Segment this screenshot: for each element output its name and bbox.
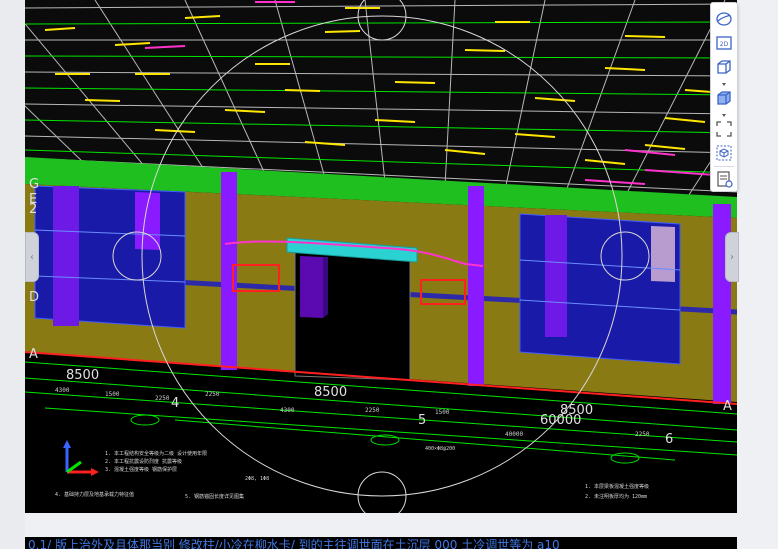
coordinate-axes-icon	[63, 440, 99, 476]
svg-text:4. 基础持力层及地基承载力特征值: 4. 基础持力层及地基承载力特征值	[55, 491, 134, 498]
svg-text:5. 钢筋锚固长度详见图集: 5. 钢筋锚固长度详见图集	[185, 493, 244, 500]
window-left	[34, 185, 186, 329]
view-2d-label: 2D	[720, 41, 729, 48]
box-select-icon	[716, 145, 732, 161]
left-panel-collapse-handle[interactable]: ‹	[25, 232, 39, 282]
properties-button[interactable]	[714, 169, 734, 189]
svg-text:2. 本工程抗震设防烈度 抗震等级: 2. 本工程抗震设防烈度 抗震等级	[105, 458, 182, 465]
right-panel-collapse-handle[interactable]: ›	[725, 232, 739, 282]
svg-text:400×Φ8@200: 400×Φ8@200	[425, 446, 455, 452]
door-opening	[294, 251, 411, 381]
status-bar-text: 0.1/ 版上治外及且体那当别 修改柱/小冷在柳水卡/ 到的主往调世面在土沉层 …	[28, 538, 560, 549]
toolbar-divider	[714, 166, 734, 167]
view-2d-button[interactable]: 2D	[714, 33, 734, 53]
svg-text:2Φ8, 1Φ8: 2Φ8, 1Φ8	[245, 476, 269, 482]
grid-number-5: 5	[418, 413, 426, 428]
viewport-gap	[25, 513, 737, 537]
solid-cube-icon	[717, 91, 731, 105]
display-mode-button[interactable]	[714, 88, 734, 108]
svg-text:1. 本层梁板混凝土强度等级: 1. 本层梁板混凝土强度等级	[585, 483, 649, 490]
axis-label-a: A	[29, 347, 38, 362]
svg-text:2250: 2250	[205, 391, 220, 398]
svg-text:1. 本工程结构安全等级为二级 设计使用年限: 1. 本工程结构安全等级为二级 设计使用年限	[105, 450, 207, 457]
dimension-total: 60000	[540, 413, 581, 428]
left-panel-strip	[0, 0, 26, 549]
axis-label-d: D	[29, 290, 39, 305]
property-list-icon	[717, 171, 733, 188]
column-right	[468, 186, 484, 386]
svg-text:2250: 2250	[635, 431, 650, 438]
axis-label-a-right: A	[723, 399, 732, 414]
fit-view-button[interactable]	[714, 119, 734, 139]
chevron-right-icon: ›	[730, 251, 734, 263]
svg-text:1500: 1500	[435, 409, 450, 416]
axis-label-g: G	[29, 177, 39, 192]
window-right	[519, 213, 681, 365]
display-dropdown-button[interactable]	[714, 106, 734, 117]
grid-number-6: 6	[665, 432, 673, 447]
svg-text:40000: 40000	[505, 431, 523, 438]
svg-text:4300: 4300	[55, 387, 70, 394]
view-dropdown-button[interactable]	[714, 75, 734, 86]
view-3d-button[interactable]	[714, 57, 734, 77]
orbit-icon	[716, 12, 732, 26]
3d-viewport[interactable]: 4300 1500 2250 2250 4300 2250 1500 40000 2250 …	[25, 0, 737, 513]
orbit-button[interactable]	[714, 9, 734, 29]
dynamic-observe-button[interactable]	[714, 143, 734, 163]
svg-text:2250: 2250	[365, 407, 380, 414]
view-2d-icon: 2D	[716, 36, 732, 50]
axis-label-2: 2	[29, 202, 37, 217]
svg-text:2. 未注明板厚均为 120mm: 2. 未注明板厚均为 120mm	[585, 493, 647, 500]
dimension-1: 8500	[66, 368, 99, 383]
svg-text:1500: 1500	[105, 391, 120, 398]
cube-3d-icon	[717, 60, 731, 74]
svg-text:4300: 4300	[280, 407, 295, 414]
right-panel-strip	[737, 0, 778, 549]
column-left	[221, 172, 237, 370]
svg-text:3. 混凝土强度等级 钢筋保护层: 3. 混凝土强度等级 钢筋保护层	[105, 466, 177, 473]
dimension-2: 8500	[314, 385, 347, 400]
chevron-left-icon: ‹	[30, 251, 34, 263]
svg-text:2250: 2250	[155, 395, 170, 402]
view-toolbar: 2D	[710, 2, 738, 192]
status-bar: 0.1/ 版上治外及且体那当别 修改柱/小冷在柳水卡/ 到的主往调世面在土沉层 …	[25, 537, 737, 549]
grid-number-4: 4	[171, 396, 179, 411]
fullscreen-icon	[716, 121, 732, 137]
